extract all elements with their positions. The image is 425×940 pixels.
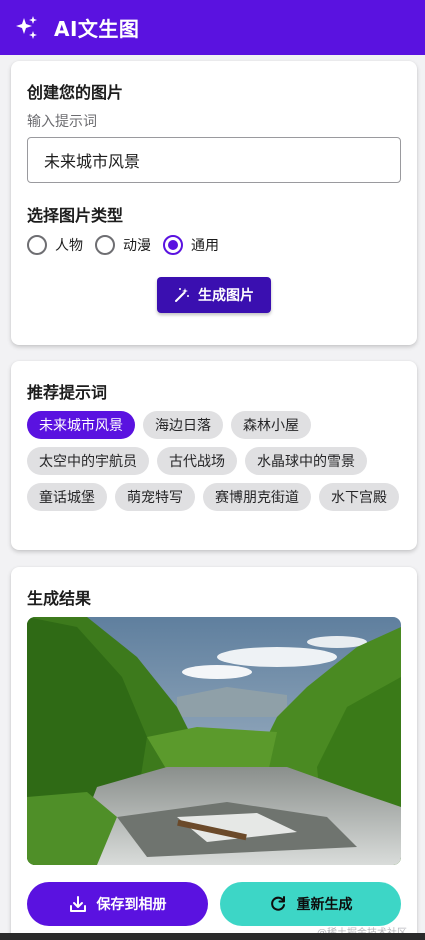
save-to-album-button[interactable]: 保存到相册	[27, 882, 208, 926]
prompt-input[interactable]	[27, 137, 401, 183]
regen-label: 重新生成	[296, 897, 353, 913]
app-bar: AI文生图	[0, 0, 425, 55]
app-title: AI文生图	[54, 17, 140, 41]
generate-label: 生成图片	[198, 288, 254, 304]
create-card: 创建您的图片 输入提示词 选择图片类型 人物 动漫 通用 生成图片	[11, 61, 417, 345]
type-title: 选择图片类型	[27, 206, 124, 225]
radio-label: 动漫	[123, 238, 151, 254]
sparkles-icon	[16, 15, 37, 39]
generate-button[interactable]: 生成图片	[157, 277, 271, 313]
suggest-chip[interactable]: 未来城市风景	[27, 411, 135, 439]
suggest-chip[interactable]: 海边日落	[143, 411, 223, 439]
save-label: 保存到相册	[96, 897, 167, 913]
suggest-chip[interactable]: 太空中的宇航员	[27, 447, 149, 475]
suggest-card: 推荐提示词 未来城市风景 海边日落 森林小屋 太空中的宇航员 古代战场 水晶球中…	[11, 361, 417, 550]
bottom-nav-bar	[0, 933, 425, 940]
radio-label: 通用	[191, 238, 219, 254]
radio-circle	[163, 235, 183, 255]
download-icon	[69, 896, 86, 912]
refresh-icon	[270, 896, 285, 911]
create-title: 创建您的图片	[27, 83, 124, 102]
suggest-chip[interactable]: 水下宫殿	[319, 483, 399, 511]
suggest-chip[interactable]: 童话城堡	[27, 483, 107, 511]
suggest-chip[interactable]: 森林小屋	[231, 411, 311, 439]
result-title: 生成结果	[27, 589, 92, 608]
regenerate-button[interactable]: 重新生成	[220, 882, 401, 926]
radio-type-person[interactable]: 人物	[27, 235, 83, 255]
magic-wand-icon	[175, 288, 189, 302]
suggest-chips: 未来城市风景 海边日落 森林小屋 太空中的宇航员 古代战场 水晶球中的雪景 童话…	[27, 411, 407, 511]
generated-image	[27, 617, 401, 865]
radio-circle	[27, 235, 47, 255]
radio-type-general[interactable]: 通用	[163, 235, 219, 255]
suggest-chip[interactable]: 古代战场	[157, 447, 237, 475]
prompt-label: 输入提示词	[27, 114, 97, 130]
radio-type-anime[interactable]: 动漫	[95, 235, 151, 255]
radio-circle	[95, 235, 115, 255]
type-radio-group: 人物 动漫 通用	[27, 235, 231, 255]
suggest-chip[interactable]: 赛博朋克街道	[203, 483, 311, 511]
generated-image-landscape	[27, 617, 401, 865]
suggest-chip[interactable]: 水晶球中的雪景	[245, 447, 367, 475]
suggest-chip[interactable]: 萌宠特写	[115, 483, 195, 511]
suggest-title: 推荐提示词	[27, 383, 108, 402]
radio-label: 人物	[55, 238, 83, 254]
